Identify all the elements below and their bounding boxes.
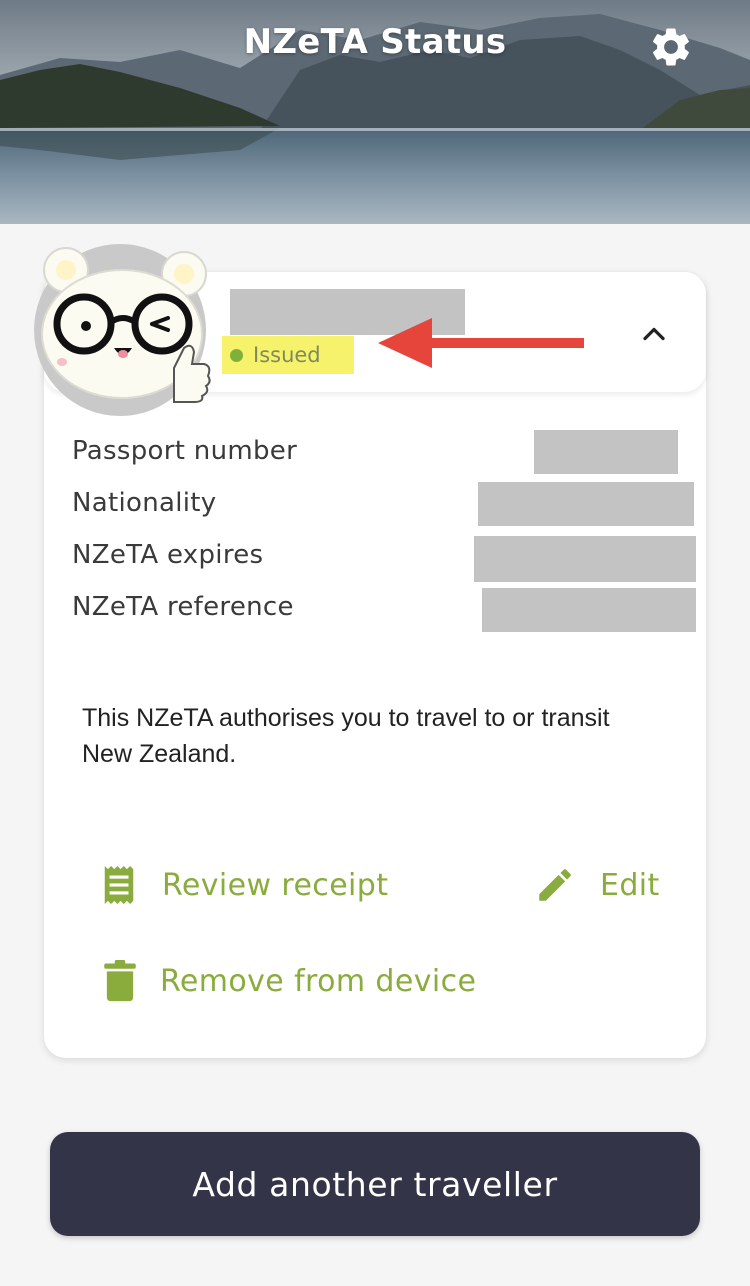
receipt-icon <box>104 866 134 904</box>
edit-button[interactable]: Edit <box>534 864 660 906</box>
detail-label: Passport number <box>72 436 298 466</box>
reference-redacted <box>482 588 696 632</box>
status-text: Issued <box>253 343 321 367</box>
edit-label: Edit <box>600 867 660 903</box>
page-title: NZeTA Status <box>243 22 507 62</box>
detail-row-passport: Passport number <box>72 430 692 486</box>
status-dot-icon <box>230 348 243 362</box>
avatar <box>34 244 212 416</box>
remove-from-device-button[interactable]: Remove from device <box>104 960 476 1002</box>
detail-label: NZeTA expires <box>72 540 264 570</box>
remove-label: Remove from device <box>160 963 477 999</box>
review-receipt-label: Review receipt <box>162 867 389 903</box>
add-another-traveller-button[interactable]: Add another traveller <box>50 1132 700 1236</box>
detail-row-expires: NZeTA expires <box>72 536 696 590</box>
pencil-icon <box>539 869 571 901</box>
status-badge: Issued <box>222 336 354 374</box>
annotation-arrow-icon <box>378 318 584 368</box>
passport-number-redacted <box>534 430 678 474</box>
traveller-details: Passport number Nationality NZeTA expire… <box>72 430 696 642</box>
detail-row-reference: NZeTA reference <box>72 588 696 642</box>
chevron-up-icon[interactable] <box>636 316 672 352</box>
nationality-redacted <box>478 482 694 526</box>
trash-icon <box>104 960 136 1002</box>
add-another-traveller-label: Add another traveller <box>192 1164 558 1204</box>
detail-label: Nationality <box>72 488 217 518</box>
detail-label: NZeTA reference <box>72 592 294 622</box>
gear-icon[interactable] <box>648 24 694 70</box>
authorisation-note: This NZeTA authorises you to travel to o… <box>82 704 610 768</box>
expiry-date-redacted <box>474 536 696 582</box>
header-banner: NZeTA Status <box>0 0 750 224</box>
review-receipt-button[interactable]: Review receipt <box>100 864 388 906</box>
detail-row-nationality: Nationality <box>72 482 694 538</box>
